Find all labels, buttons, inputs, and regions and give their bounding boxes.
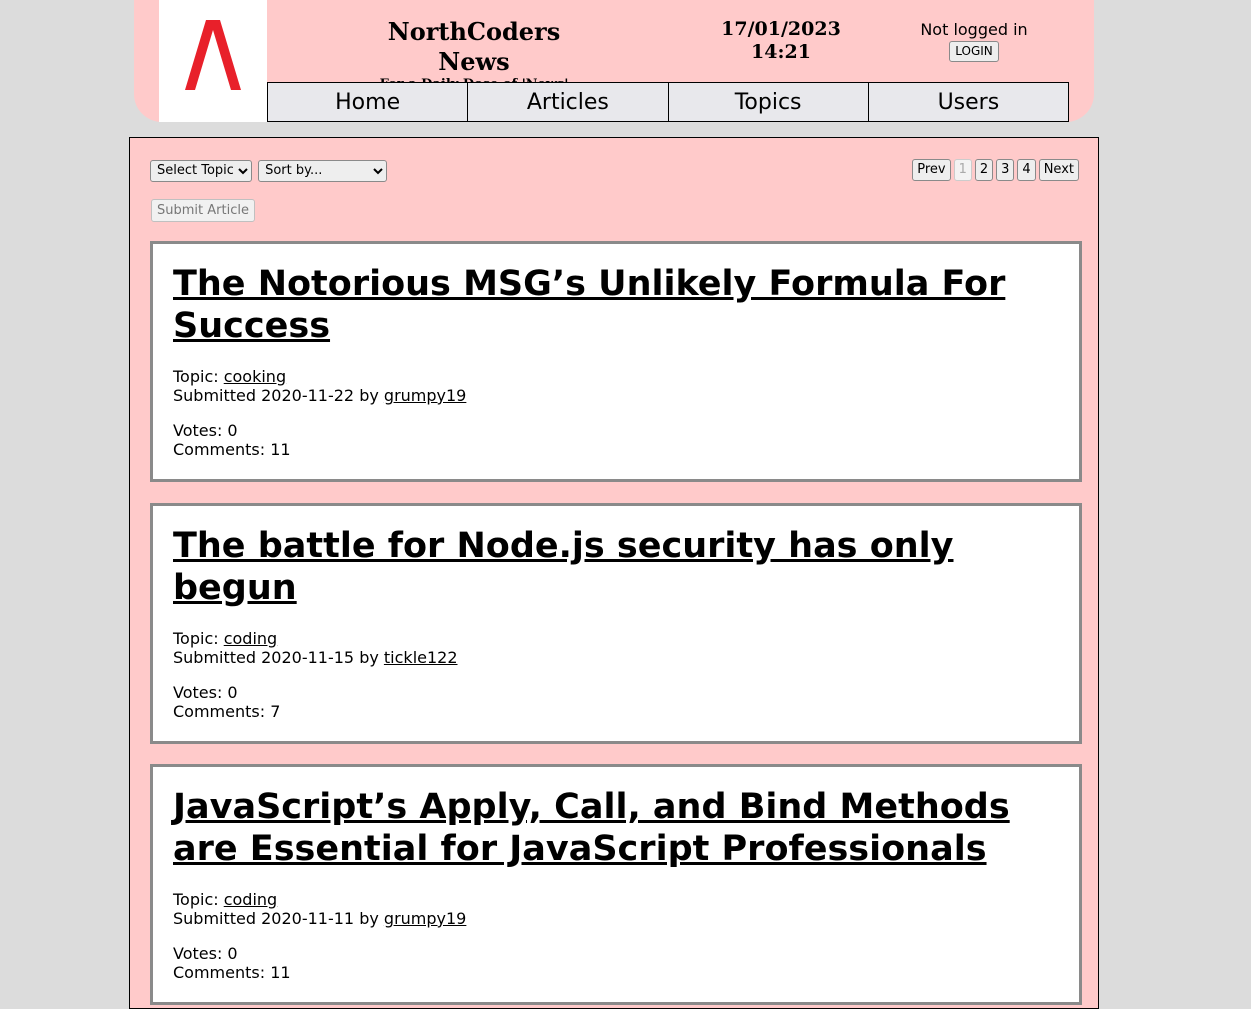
next-page-button[interactable]: Next bbox=[1038, 159, 1079, 181]
article-stats: Votes: 0 Comments: 11 bbox=[173, 944, 1059, 982]
comments-count: Comments: 11 bbox=[173, 440, 291, 459]
topic-label: Topic: bbox=[173, 629, 224, 648]
article-title-link[interactable]: The battle for Node.js security has only… bbox=[173, 525, 1059, 609]
page-2-button[interactable]: 2 bbox=[974, 159, 994, 181]
author-link[interactable]: tickle122 bbox=[384, 648, 458, 667]
login-status: Not logged in bbox=[920, 20, 1028, 39]
article-card: JavaScript’s Apply, Call, and Bind Metho… bbox=[150, 764, 1082, 1005]
prev-page-button[interactable]: Prev bbox=[912, 159, 951, 181]
sort-select[interactable]: Sort by... bbox=[258, 159, 388, 182]
topic-link[interactable]: coding bbox=[224, 890, 277, 909]
article-stats: Votes: 0 Comments: 11 bbox=[173, 421, 1059, 459]
comments-count: Comments: 11 bbox=[173, 963, 291, 982]
topic-link[interactable]: cooking bbox=[224, 367, 286, 386]
login-block: Not logged in LOGIN bbox=[904, 20, 1044, 62]
datetime-display: 17/01/2023 14:21 bbox=[691, 18, 871, 64]
topic-select[interactable]: Select Topic bbox=[150, 159, 252, 182]
article-title-link[interactable]: JavaScript’s Apply, Call, and Bind Metho… bbox=[173, 786, 1059, 870]
submitted-text: Submitted 2020-11-22 by bbox=[173, 386, 384, 405]
votes-count: Votes: 0 bbox=[173, 944, 238, 963]
submit-article-button[interactable]: Submit Article bbox=[151, 199, 255, 222]
submitted-text: Submitted 2020-11-15 by bbox=[173, 648, 384, 667]
northcoders-logo-icon bbox=[185, 20, 241, 90]
article-stats: Votes: 0 Comments: 7 bbox=[173, 683, 1059, 721]
article-card: The Notorious MSG’s Unlikely Formula For… bbox=[150, 241, 1082, 482]
main-nav: Home Articles Topics Users bbox=[267, 82, 1069, 122]
site-logo[interactable] bbox=[159, 0, 267, 122]
article-title-link[interactable]: The Notorious MSG’s Unlikely Formula For… bbox=[173, 263, 1059, 347]
nav-home[interactable]: Home bbox=[267, 82, 469, 122]
filter-controls: Select Topic Sort by... bbox=[150, 159, 388, 182]
articles-panel: Select Topic Sort by... Prev 1 2 3 4 Nex… bbox=[129, 137, 1099, 1009]
author-link[interactable]: grumpy19 bbox=[384, 909, 466, 928]
nav-topics[interactable]: Topics bbox=[667, 82, 869, 122]
topic-label: Topic: bbox=[173, 367, 224, 386]
pagination: Prev 1 2 3 4 Next bbox=[912, 159, 1079, 181]
comments-count: Comments: 7 bbox=[173, 702, 281, 721]
article-card: The battle for Node.js security has only… bbox=[150, 503, 1082, 744]
current-date: 17/01/2023 bbox=[721, 18, 841, 40]
page-3-button[interactable]: 3 bbox=[996, 159, 1015, 181]
topic-link[interactable]: coding bbox=[224, 629, 277, 648]
votes-count: Votes: 0 bbox=[173, 683, 238, 702]
site-title: NorthCoders News bbox=[387, 17, 561, 76]
article-meta: Topic: coding Submitted 2020-11-11 by gr… bbox=[173, 890, 1059, 928]
submitted-text: Submitted 2020-11-11 by bbox=[173, 909, 384, 928]
page-1-button[interactable]: 1 bbox=[953, 159, 972, 181]
article-meta: Topic: cooking Submitted 2020-11-22 by g… bbox=[173, 367, 1059, 405]
site-header: NorthCoders News For a Daily Dose of 'Ne… bbox=[134, 0, 1094, 122]
current-time: 14:21 bbox=[751, 41, 811, 63]
nav-articles[interactable]: Articles bbox=[467, 82, 669, 122]
topic-label: Topic: bbox=[173, 890, 224, 909]
author-link[interactable]: grumpy19 bbox=[384, 386, 466, 405]
article-meta: Topic: coding Submitted 2020-11-15 by ti… bbox=[173, 629, 1059, 667]
votes-count: Votes: 0 bbox=[173, 421, 238, 440]
login-button[interactable]: LOGIN bbox=[949, 41, 999, 62]
nav-users[interactable]: Users bbox=[867, 82, 1069, 122]
page-4-button[interactable]: 4 bbox=[1017, 159, 1036, 181]
